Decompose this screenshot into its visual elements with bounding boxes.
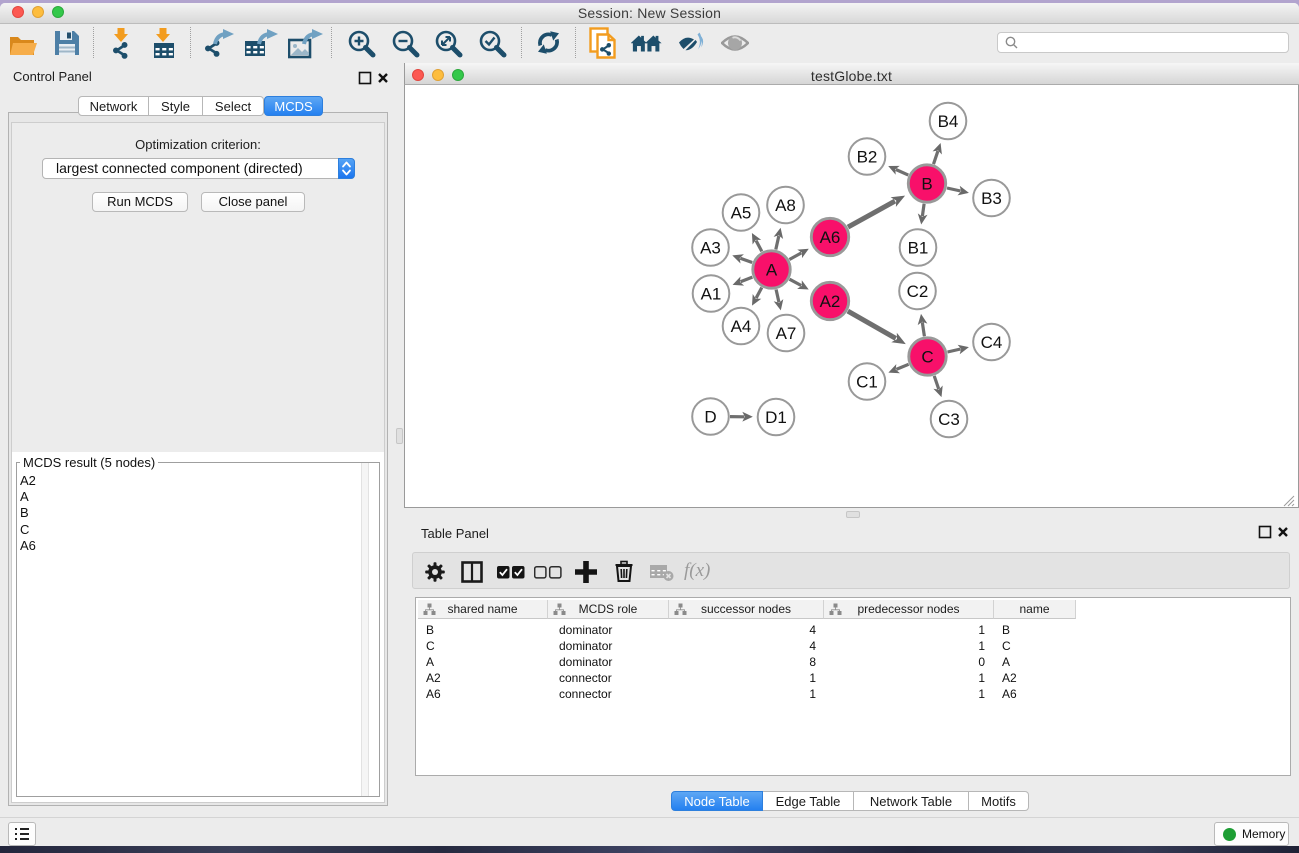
- svg-text:B1: B1: [908, 239, 929, 258]
- svg-text:A: A: [766, 261, 778, 280]
- svg-text:C: C: [921, 348, 933, 367]
- svg-text:A6: A6: [820, 228, 841, 247]
- svg-text:B4: B4: [938, 112, 959, 131]
- svg-text:A4: A4: [731, 317, 752, 336]
- svg-text:A3: A3: [700, 239, 721, 258]
- svg-text:A1: A1: [701, 285, 722, 304]
- svg-text:C1: C1: [856, 373, 878, 392]
- svg-text:B3: B3: [981, 189, 1002, 208]
- svg-text:C3: C3: [938, 410, 960, 429]
- svg-text:A8: A8: [775, 196, 796, 215]
- svg-text:A5: A5: [731, 204, 752, 223]
- svg-text:A7: A7: [776, 324, 797, 343]
- svg-text:B2: B2: [857, 148, 878, 167]
- svg-text:A2: A2: [820, 292, 841, 311]
- svg-text:B: B: [921, 175, 932, 194]
- svg-text:D: D: [704, 408, 716, 427]
- svg-text:C4: C4: [981, 333, 1003, 352]
- svg-text:D1: D1: [765, 408, 787, 427]
- svg-text:C2: C2: [907, 282, 929, 301]
